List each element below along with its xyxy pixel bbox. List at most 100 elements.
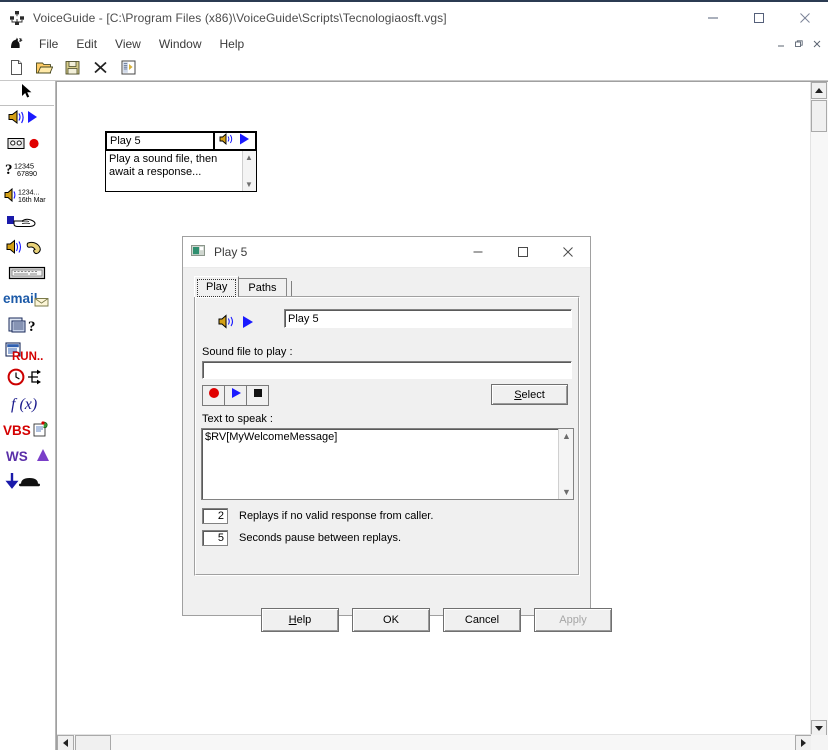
svg-text:?: ? (28, 319, 36, 335)
node-header[interactable]: Play 5 (105, 131, 257, 151)
palette-item-pointer-tool[interactable] (0, 81, 54, 106)
menu-view[interactable]: View (106, 35, 150, 53)
dialog-maximize-button[interactable] (500, 238, 545, 267)
play-tab-panel: Play 5 Sound file to play : Select Text … (194, 296, 580, 576)
scroll-up-button[interactable] (811, 82, 827, 99)
scroll-right-button[interactable] (795, 735, 812, 750)
script-canvas[interactable]: Play 5 Play a sound file, then await a r… (60, 84, 807, 734)
help-button-label: Help (288, 614, 312, 626)
dialog-minimize-button[interactable] (455, 238, 500, 267)
help-button[interactable]: Help (261, 608, 339, 632)
palette-item-say-datetime-module[interactable]: 1234... 16th Mar (0, 184, 54, 210)
module-name-input[interactable]: Play 5 (284, 309, 572, 328)
replays-count-input[interactable]: 2 (202, 508, 228, 524)
select-button[interactable]: Select (491, 384, 568, 405)
blue-play-triangle-icon (229, 386, 243, 405)
palette-item-database-query-module[interactable]: ? (0, 314, 54, 340)
play-button[interactable] (225, 386, 247, 405)
ok-button-label: OK (383, 614, 399, 626)
mdi-close-button[interactable] (808, 35, 826, 52)
speaker-icon (218, 313, 239, 335)
dialog-window-controls (455, 238, 590, 267)
palette-item-run-module[interactable]: RUN.. (0, 340, 54, 366)
palette-item-play-module[interactable] (0, 106, 54, 132)
text-to-speak-textarea[interactable]: $RV[MyWelcomeMessage] ▲ ▼ (201, 428, 574, 500)
svg-text:?: ? (5, 162, 13, 178)
tab-play[interactable]: Play (194, 276, 240, 297)
palette-item-keyboard-module[interactable] (0, 262, 54, 288)
record-button[interactable] (203, 386, 225, 405)
cancel-button[interactable]: Cancel (443, 608, 521, 632)
scrollbar-corner (811, 735, 828, 750)
scroll-left-icon (63, 739, 68, 747)
node-description: Play a sound file, then await a response… (109, 153, 218, 178)
play-properties-dialog: Play 5 Play Paths Play 5 Sound file to p… (182, 236, 612, 632)
scroll-down-icon[interactable]: ▼ (562, 487, 571, 497)
node-scroll-up-icon[interactable]: ▲ (245, 153, 253, 162)
mdi-child-controls (772, 35, 826, 52)
sound-file-input[interactable] (202, 361, 572, 379)
menu-edit[interactable]: Edit (67, 35, 106, 53)
palette-item-goto-module[interactable] (0, 210, 54, 236)
replays-count-row: 2 Replays if no valid response from call… (202, 508, 433, 524)
horizontal-scroll-thumb[interactable] (75, 735, 111, 750)
mdi-restore-button[interactable] (790, 35, 808, 52)
node-scroll-down-icon[interactable]: ▼ (245, 180, 253, 189)
dialog-title: Play 5 (214, 245, 248, 259)
ws-triangle-icon: WS (4, 445, 50, 470)
arrow-pointer-icon (20, 83, 34, 104)
module-icon-row (218, 313, 262, 335)
canvas-horizontal-scrollbar[interactable] (57, 734, 812, 750)
delete-button[interactable] (88, 57, 112, 79)
maximize-button[interactable] (736, 2, 782, 33)
menu-help[interactable]: Help (211, 35, 254, 53)
open-file-button[interactable] (32, 57, 56, 79)
svg-text:WS: WS (6, 449, 28, 464)
new-file-button[interactable] (4, 57, 28, 79)
palette-item-vbscript-module[interactable]: VBS (0, 418, 54, 444)
speaker-date-icon: 1234... 16th Mar (3, 185, 51, 210)
minimize-button[interactable] (690, 2, 736, 33)
node-scrollbar[interactable]: ▲ ▼ (242, 151, 256, 191)
script-properties-button[interactable] (116, 57, 140, 79)
tab-paths[interactable]: Paths (238, 278, 287, 297)
canvas-vertical-scrollbar[interactable] (810, 82, 828, 737)
palette-item-schedule-module[interactable] (0, 366, 54, 392)
window-controls (690, 2, 828, 33)
flowchart-node-play5[interactable]: Play 5 Play a sound file, then await a r… (105, 131, 257, 192)
palette-item-get-number-module[interactable]: ? 12345 67890 (0, 158, 54, 184)
scroll-up-icon[interactable]: ▲ (562, 431, 571, 441)
palette-item-email-module[interactable]: email (0, 288, 54, 314)
text-to-speak-scrollbar[interactable]: ▲ ▼ (558, 429, 573, 499)
menu-file[interactable]: File (30, 35, 67, 53)
menu-window[interactable]: Window (150, 35, 211, 53)
palette-item-record-module[interactable] (0, 132, 54, 158)
stop-button[interactable] (247, 386, 268, 405)
replays-pause-input[interactable]: 5 (202, 530, 228, 546)
palette-item-transfer-module[interactable] (0, 236, 54, 262)
svg-text:VBS: VBS (3, 423, 31, 438)
save-file-button[interactable] (60, 57, 84, 79)
palette-item-function-module[interactable]: f (x) (0, 392, 54, 418)
speaker-icon (219, 132, 237, 151)
svg-text:email: email (3, 291, 38, 306)
blue-play-triangle-icon (241, 314, 255, 335)
ok-button[interactable]: OK (352, 608, 430, 632)
main-title-bar: VoiceGuide - [C:\Program Files (x86)\Voi… (0, 2, 828, 33)
dialog-close-button[interactable] (545, 238, 590, 267)
main-toolbar (0, 55, 828, 81)
mdi-minimize-button[interactable] (772, 35, 790, 52)
scroll-down-icon (815, 726, 823, 731)
tab-strip-end-divider (290, 281, 292, 297)
scroll-left-button[interactable] (57, 735, 74, 750)
cassette-record-icon (6, 134, 48, 157)
clock-branch-icon (6, 367, 48, 392)
close-button[interactable] (782, 2, 828, 33)
vertical-scroll-thumb[interactable] (811, 100, 827, 132)
palette-item-webservice-module[interactable]: WS (0, 444, 54, 470)
replays-pause-label: Seconds pause between replays. (239, 532, 402, 544)
palette-item-hangup-module[interactable] (0, 470, 54, 496)
apply-button-label: Apply (559, 614, 587, 626)
question-digits-icon: ? 12345 67890 (4, 159, 50, 184)
node-icon-group (213, 132, 255, 151)
